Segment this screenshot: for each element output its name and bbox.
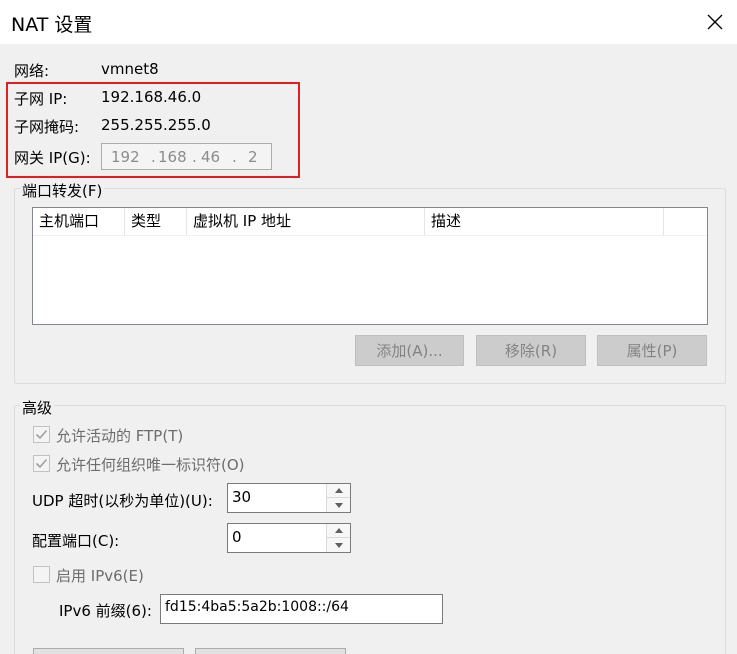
- gateway-dot: .: [151, 148, 156, 166]
- udp-timeout-stepper[interactable]: 30: [227, 483, 351, 513]
- gateway-label: 网关 IP(G):: [14, 149, 91, 167]
- add-button[interactable]: 添加(A)...: [355, 335, 464, 366]
- ipv6-prefix-value[interactable]: fd15:4ba5:5a2b:1008::/64: [165, 599, 349, 615]
- column-header-type[interactable]: 类型: [125, 208, 187, 235]
- checkmark-icon: [35, 429, 48, 440]
- port-forwarding-title: 端口转发(F): [20, 180, 105, 201]
- enable-ipv6-checkbox[interactable]: [33, 566, 50, 583]
- close-icon: [707, 14, 723, 30]
- allow-ftp-checkbox[interactable]: [33, 426, 50, 443]
- gateway-octet-4[interactable]: 2: [248, 148, 258, 166]
- checkmark-icon: [35, 458, 48, 469]
- ipv6-prefix-input[interactable]: fd15:4ba5:5a2b:1008::/64: [160, 594, 443, 624]
- config-port-increment[interactable]: [327, 524, 350, 538]
- bottom-button-left[interactable]: [33, 648, 184, 654]
- gateway-dot: .: [232, 148, 237, 166]
- column-header-host-port[interactable]: 主机端口: [33, 208, 125, 235]
- ipv6-prefix-label: IPv6 前缀(6):: [59, 602, 152, 620]
- gateway-octet-2[interactable]: 168: [158, 148, 187, 166]
- subnet-ip-label: 子网 IP:: [14, 90, 68, 108]
- remove-button[interactable]: 移除(R): [476, 335, 586, 366]
- network-label: 网络:: [14, 62, 50, 80]
- config-port-label: 配置端口(C):: [32, 532, 120, 550]
- network-value: vmnet8: [101, 60, 159, 78]
- config-port-stepper[interactable]: 0: [227, 523, 351, 553]
- gateway-dot: .: [192, 148, 197, 166]
- allow-ftp-label: 允许活动的 FTP(T): [56, 427, 184, 445]
- gateway-octet-1[interactable]: 192: [111, 148, 140, 166]
- column-header-vm-ip[interactable]: 虚拟机 IP 地址: [187, 208, 425, 235]
- port-forwarding-table[interactable]: 主机端口 类型 虚拟机 IP 地址 描述: [32, 207, 708, 325]
- gateway-octet-3[interactable]: 46: [201, 148, 220, 166]
- advanced-title: 高级: [20, 397, 55, 418]
- udp-timeout-label: UDP 超时(以秒为单位)(U):: [32, 492, 213, 510]
- subnet-mask-value: 255.255.255.0: [101, 116, 211, 134]
- enable-ipv6-label: 启用 IPv6(E): [56, 567, 144, 585]
- config-port-spin: [326, 524, 350, 552]
- allow-oui-label: 允许任何组织唯一标识符(O): [56, 456, 245, 474]
- close-button[interactable]: [693, 0, 737, 44]
- chevron-up-icon: [334, 528, 343, 533]
- udp-timeout-value[interactable]: 30: [232, 488, 251, 506]
- subnet-mask-label: 子网掩码:: [14, 118, 80, 136]
- chevron-down-icon: [334, 502, 343, 508]
- subnet-ip-value: 192.168.46.0: [101, 88, 202, 106]
- header-divider: [33, 235, 707, 236]
- column-header-description[interactable]: 描述: [425, 208, 664, 235]
- config-port-decrement[interactable]: [327, 538, 350, 552]
- udp-timeout-increment[interactable]: [327, 484, 350, 498]
- chevron-up-icon: [334, 488, 343, 493]
- properties-button[interactable]: 属性(P): [597, 335, 707, 366]
- udp-timeout-spin: [326, 484, 350, 512]
- config-port-value[interactable]: 0: [232, 528, 242, 546]
- gateway-ip-field[interactable]: 192 . 168 . 46 . 2: [101, 143, 272, 170]
- allow-oui-checkbox[interactable]: [33, 455, 50, 472]
- bottom-button-right[interactable]: [195, 648, 346, 654]
- title-bar: NAT 设置: [0, 0, 737, 44]
- udp-timeout-decrement[interactable]: [327, 498, 350, 512]
- window-title: NAT 设置: [11, 14, 93, 36]
- chevron-down-icon: [334, 542, 343, 548]
